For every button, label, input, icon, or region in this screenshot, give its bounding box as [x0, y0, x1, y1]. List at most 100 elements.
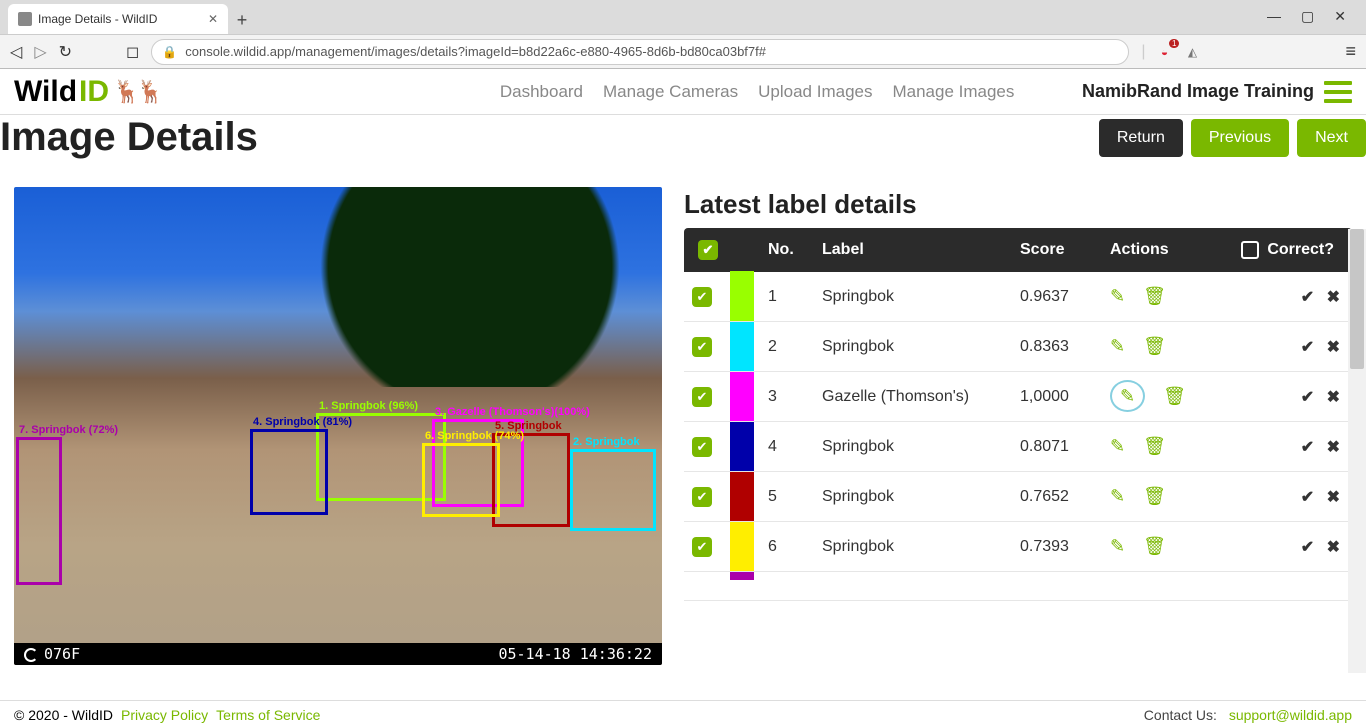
extension-triangle-icon[interactable]: ◭ — [1183, 43, 1201, 61]
header-checkbox[interactable]: ✔ — [698, 240, 718, 260]
mark-incorrect-icon[interactable]: ✖ — [1327, 489, 1344, 506]
row-no: 6 — [760, 522, 814, 572]
mark-correct-icon[interactable]: ✔ — [1301, 339, 1318, 356]
mark-incorrect-icon[interactable]: ✖ — [1327, 439, 1344, 456]
row-score: 0.8071 — [1012, 422, 1102, 472]
table-row: ✔ 5Springbok0.7652 ✎ 🗑 ✔ ✖ — [684, 472, 1352, 522]
mark-incorrect-icon[interactable]: ✖ — [1327, 289, 1344, 306]
hamburger-menu-icon[interactable] — [1324, 81, 1352, 103]
image-timestamp: 05-14-18 14:36:22 — [498, 645, 652, 663]
row-checkbox[interactable]: ✔ — [692, 287, 712, 307]
browser-tab[interactable]: Image Details - WildID ✕ — [8, 4, 228, 34]
row-no: 5 — [760, 472, 814, 522]
logo[interactable]: WildID 🦌🦌 — [14, 75, 160, 109]
previous-button[interactable]: Previous — [1191, 119, 1289, 157]
delete-icon[interactable]: 🗑 — [1143, 536, 1166, 556]
row-no: 4 — [760, 422, 814, 472]
col-no: No. — [760, 228, 814, 272]
logo-animals-icon: 🦌🦌 — [113, 79, 160, 105]
maximize-icon[interactable]: ▢ — [1301, 8, 1314, 25]
row-no: 3 — [760, 372, 814, 422]
nav-dashboard[interactable]: Dashboard — [500, 82, 583, 102]
tab-close-icon[interactable]: ✕ — [208, 12, 218, 26]
reload-icon[interactable]: ↻ — [59, 42, 72, 62]
edit-icon[interactable]: ✎ — [1110, 380, 1145, 412]
col-label: Label — [814, 228, 1012, 272]
address-bar[interactable]: 🔒 console.wildid.app/management/images/d… — [151, 39, 1129, 65]
nav-manage-images[interactable]: Manage Images — [892, 82, 1014, 102]
row-checkbox[interactable]: ✔ — [692, 387, 712, 407]
row-score: 1,0000 — [1012, 372, 1102, 422]
mark-correct-icon[interactable]: ✔ — [1301, 439, 1318, 456]
close-window-icon[interactable]: ✕ — [1334, 8, 1346, 25]
shield-icon[interactable]: ◒1 — [1155, 43, 1173, 61]
row-checkbox[interactable]: ✔ — [692, 337, 712, 357]
row-no: 2 — [760, 322, 814, 372]
mark-correct-icon[interactable]: ✔ — [1301, 389, 1318, 406]
delete-icon[interactable]: 🗑 — [1143, 286, 1166, 306]
table-row: ✔3Gazelle (Thomson's)1,0000✎🗑✔ ✖ — [684, 372, 1352, 422]
color-swatch — [730, 521, 754, 573]
edit-icon[interactable]: ✎ — [1110, 486, 1125, 506]
color-swatch — [730, 471, 754, 523]
window-controls: — ▢ ✕ — [1251, 2, 1362, 31]
page-title: Image Details — [0, 115, 258, 160]
correct-header-checkbox[interactable] — [1241, 241, 1259, 259]
next-button[interactable]: Next — [1297, 119, 1366, 157]
table-row: ✔1Springbok0.9637✎🗑✔ ✖ — [684, 272, 1352, 322]
mark-correct-icon[interactable]: ✔ — [1301, 289, 1318, 306]
forward-icon: ▷ — [34, 42, 46, 62]
detection-bbox[interactable]: 6. Springbok (74%) — [422, 443, 500, 517]
scrollbar[interactable] — [1348, 229, 1366, 673]
row-score: 0.9637 — [1012, 272, 1102, 322]
edit-icon[interactable]: ✎ — [1110, 336, 1125, 356]
delete-icon[interactable]: 🗑 — [1143, 436, 1166, 456]
nav-upload-images[interactable]: Upload Images — [758, 82, 872, 102]
color-swatch — [730, 572, 754, 580]
detection-bbox[interactable]: 2. Springbok — [570, 449, 656, 531]
table-row: ✔ 4Springbok0.8071 ✎ 🗑 ✔ ✖ — [684, 422, 1352, 472]
detection-bbox[interactable]: 4. Springbok (81%) — [250, 429, 328, 515]
row-checkbox[interactable]: ✔ — [692, 537, 712, 557]
bbox-label: 4. Springbok (81%) — [253, 416, 352, 428]
browser-chrome: — ▢ ✕ Image Details - WildID ✕ + ◁ ▷ ↻ ◻… — [0, 0, 1366, 69]
row-score: 0.7393 — [1012, 522, 1102, 572]
browser-menu-icon[interactable]: ≡ — [1345, 41, 1356, 62]
row-checkbox[interactable]: ✔ — [692, 487, 712, 507]
app-header: WildID 🦌🦌 Dashboard Manage Cameras Uploa… — [0, 69, 1366, 115]
back-icon[interactable]: ◁ — [10, 42, 22, 62]
tab-title: Image Details - WildID — [38, 12, 157, 26]
mark-incorrect-icon[interactable]: ✖ — [1327, 539, 1344, 556]
contact-email[interactable]: support@wildid.app — [1229, 707, 1352, 723]
row-checkbox[interactable]: ✔ — [692, 437, 712, 457]
row-label: Springbok — [814, 522, 1012, 572]
detection-bbox[interactable]: 5. Springbok — [492, 433, 570, 527]
new-tab-button[interactable]: + — [228, 6, 256, 34]
delete-icon[interactable]: 🗑 — [1143, 486, 1166, 506]
row-score: 0.7652 — [1012, 472, 1102, 522]
row-label: Springbok — [814, 472, 1012, 522]
row-no: 1 — [760, 272, 814, 322]
delete-icon[interactable]: 🗑 — [1163, 386, 1186, 406]
row-label: Springbok — [814, 422, 1012, 472]
edit-icon[interactable]: ✎ — [1110, 536, 1125, 556]
nav-manage-cameras[interactable]: Manage Cameras — [603, 82, 738, 102]
mark-incorrect-icon[interactable]: ✖ — [1327, 389, 1344, 406]
image-temperature: 076F — [44, 645, 80, 663]
privacy-link[interactable]: Privacy Policy — [121, 707, 208, 723]
favicon-icon — [18, 12, 32, 26]
mark-correct-icon[interactable]: ✔ — [1301, 539, 1318, 556]
mark-correct-icon[interactable]: ✔ — [1301, 489, 1318, 506]
url-text: console.wildid.app/management/images/det… — [185, 44, 766, 59]
detection-bbox[interactable]: 7. Springbok (72%) — [16, 437, 62, 585]
bbox-label: 2. Springbok — [573, 436, 640, 448]
table-row: ✔2Springbok0.8363✎🗑✔ ✖ — [684, 322, 1352, 372]
delete-icon[interactable]: 🗑 — [1143, 336, 1166, 356]
edit-icon[interactable]: ✎ — [1110, 436, 1125, 456]
mark-incorrect-icon[interactable]: ✖ — [1327, 339, 1344, 356]
bookmark-icon[interactable]: ◻ — [126, 42, 139, 62]
edit-icon[interactable]: ✎ — [1110, 286, 1125, 306]
minimize-icon[interactable]: — — [1267, 8, 1281, 25]
terms-link[interactable]: Terms of Service — [216, 707, 320, 723]
return-button[interactable]: Return — [1099, 119, 1183, 157]
